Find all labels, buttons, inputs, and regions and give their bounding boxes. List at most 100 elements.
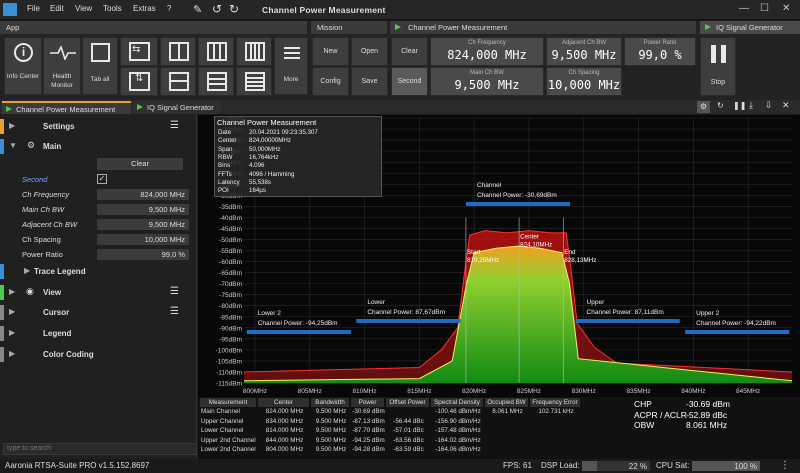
close-tab-icon[interactable]: ✕ [782, 100, 790, 111]
legend-section[interactable]: ▶ Legend [0, 326, 197, 341]
y-tick-label: -50dBm [219, 237, 242, 244]
refresh-icon[interactable]: ↻ [717, 101, 724, 110]
save-button[interactable]: Save [351, 67, 388, 96]
app-logo-icon[interactable] [3, 3, 17, 16]
table-cell: 9.500 MHz [315, 446, 347, 454]
main-ch-bw-field[interactable]: Main Ch BW 9,500 MHz [430, 67, 544, 96]
layout-split-v-arrows-button[interactable]: ⇅ [120, 67, 158, 96]
menu-view[interactable]: View [75, 4, 92, 13]
menu-tools[interactable]: Tools [103, 4, 122, 13]
panel-clear-button[interactable]: Clear [97, 158, 183, 170]
menu-file[interactable]: File [27, 4, 40, 13]
layout-two-rows-button[interactable] [160, 67, 196, 96]
pencil-icon[interactable]: ✎ [193, 3, 202, 16]
pause-small-icon[interactable]: ❚❚ [733, 101, 746, 110]
layout-four-rows-button[interactable] [236, 67, 272, 96]
hamburger-icon[interactable]: ☰ [170, 286, 179, 297]
adjacent-ch-bw-field[interactable]: Adjacent Ch BW 9,500 MHz [546, 37, 622, 66]
table-header[interactable]: Frequency Error [530, 398, 580, 407]
new-button[interactable]: New [312, 37, 349, 66]
redo-icon[interactable]: ↻ [229, 2, 239, 16]
table-cell: 824.000 MHz [265, 408, 304, 415]
layout-four-columns-button[interactable] [236, 37, 272, 66]
x-tick-label: 800MHz [243, 388, 267, 395]
ch-frequency-field[interactable]: Ch Frequency 824,000 MHz [430, 37, 544, 66]
row-value-input[interactable]: 9,500 MHz [97, 204, 189, 215]
close-icon[interactable]: ✕ [782, 3, 790, 14]
table-cell: 102.731 kHz [538, 408, 574, 415]
info-center-button[interactable]: i Info Center [4, 37, 42, 95]
config-button[interactable]: Config [312, 67, 349, 96]
search-input[interactable]: type to search [3, 443, 197, 455]
layout-two-columns-button[interactable] [160, 37, 196, 66]
view-section[interactable]: ▶ ◉ View ☰ [0, 285, 197, 300]
dsp-load-label: DSP Load: [541, 461, 580, 470]
save-icon[interactable]: ⇩ [765, 100, 773, 111]
ch-spacing-field[interactable]: Ch Spacing 10,000 MHz [546, 67, 622, 96]
row-value-input[interactable]: 99,0 % [97, 249, 189, 260]
maximize-icon[interactable]: ☐ [760, 3, 769, 14]
layout-three-columns-button[interactable] [198, 37, 234, 66]
table-cell: -157.48 dBm/Hz [435, 427, 481, 435]
table-cell: Upper 2nd Channel [201, 436, 256, 444]
power-ratio-field[interactable]: Power Ratio 99,0 % [624, 37, 696, 66]
y-tick-label: -35dBm [219, 204, 242, 211]
channel-power-label: Channel Power: -30,69dBm [477, 192, 557, 199]
info-key: Latency [218, 178, 240, 186]
table-cell: -156.90 dBm/Hz [435, 417, 481, 425]
menu-extras[interactable]: Extras [133, 4, 156, 13]
y-tick-label: -105dBm [216, 358, 242, 365]
resize-grip-icon[interactable]: ⋮ [780, 460, 790, 471]
main-section[interactable]: ▼ ⚙ Main [0, 139, 197, 154]
cursor-section[interactable]: ▶ Cursor ☰ [0, 305, 197, 320]
power-ratio-value: 99,0 % [638, 48, 682, 62]
table-header[interactable]: Bandwidth [311, 398, 349, 407]
clear-button[interactable]: Clear [391, 37, 428, 66]
table-header[interactable]: Occupied BW [485, 398, 528, 407]
open-button[interactable]: Open [351, 37, 388, 66]
row-value-input[interactable]: 9,500 MHz [97, 219, 189, 230]
summary-label: ACPR / ACLR [634, 409, 687, 420]
tab-all-label: Tab all [90, 76, 110, 83]
export-icon[interactable]: ⤓ [749, 100, 753, 111]
menu-edit[interactable]: Edit [50, 4, 64, 13]
y-tick-label: -65dBm [219, 270, 242, 277]
second-checkbox[interactable]: ✓ [97, 174, 107, 184]
table-header[interactable]: Spectral Density [431, 398, 483, 407]
health-monitor-button[interactable]: Health Monitor [43, 37, 81, 95]
tab-all-button[interactable]: Tab all [82, 37, 118, 95]
layout-three-rows-button[interactable] [198, 67, 234, 96]
hamburger-icon[interactable]: ☰ [170, 306, 179, 317]
hamburger-icon[interactable]: ☰ [170, 120, 179, 131]
stop-button[interactable]: Stop [700, 37, 736, 96]
settings-section[interactable]: ▶ Settings ☰ [0, 119, 197, 134]
settings-gear-icon[interactable]: ⚙ [697, 101, 710, 113]
trace-legend-section[interactable]: ▶ Trace Legend [0, 264, 197, 279]
table-header[interactable]: Measurement [200, 398, 256, 407]
y-tick-label: -115dBm [216, 381, 242, 388]
undo-icon[interactable]: ↺ [212, 2, 222, 16]
menu-help[interactable]: ? [167, 4, 171, 13]
row-value-input[interactable]: 10,000 MHz [97, 234, 189, 245]
tab-iq-label: IQ Signal Generator [147, 103, 214, 112]
second-button[interactable]: Second [391, 67, 428, 96]
minimize-icon[interactable]: — [739, 3, 749, 14]
tab-iq-generator[interactable]: IQ Signal Generator [133, 101, 221, 114]
spectrum-graph[interactable]: Channel Channel Power: -30,69dBm Lower Chan… [198, 115, 800, 397]
table-cell: Upper Channel [201, 417, 244, 425]
row-value-input[interactable]: 824,000 MHz [97, 189, 189, 200]
color-coding-section[interactable]: ▶ Color Coding [0, 347, 197, 362]
y-tick-label: -60dBm [219, 259, 242, 266]
tab-channel-power[interactable]: Channel Power Measurement [2, 101, 131, 114]
channel-bar [465, 201, 571, 206]
x-tick-label: 830MHz [572, 388, 596, 395]
table-header[interactable]: Power [351, 398, 384, 407]
more-button[interactable]: More [274, 37, 308, 95]
layout-split-h-arrows-button[interactable]: ⇆ [120, 37, 158, 66]
square-icon [91, 43, 110, 62]
group-channel-power: Channel Power Measurement [390, 21, 696, 34]
table-cell: -57.01 dBc [393, 427, 424, 435]
table-header[interactable]: Offset Power [386, 398, 429, 407]
table-cell: -94.25 dBm [352, 436, 385, 444]
table-header[interactable]: Center [258, 398, 309, 407]
